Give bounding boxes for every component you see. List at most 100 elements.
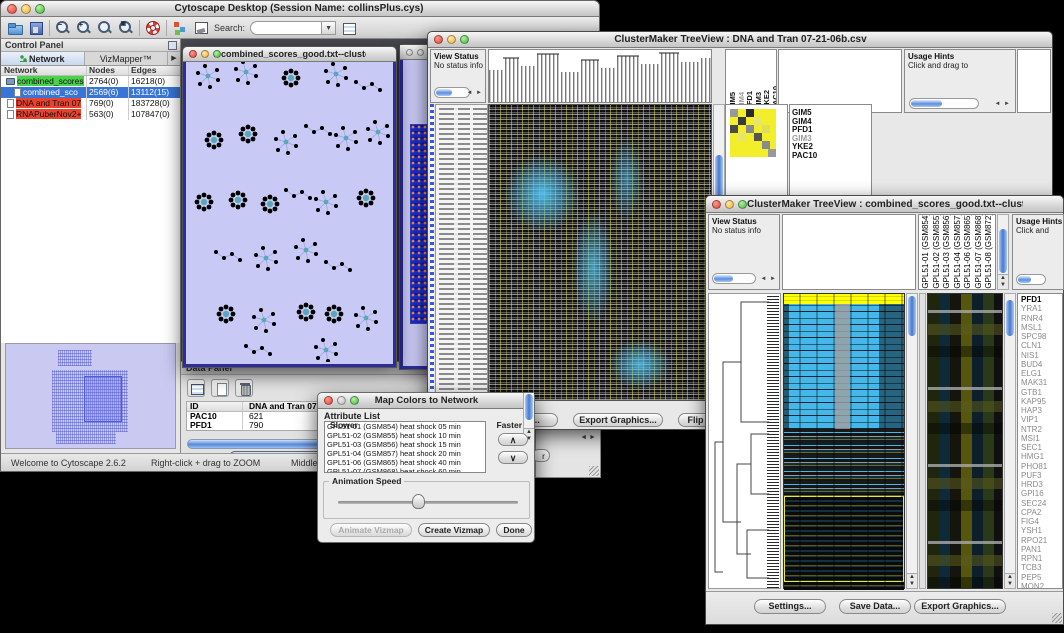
close-button[interactable] xyxy=(324,396,333,405)
table-row[interactable]: RNAPuberNov2+ 563(0) 107847(0) xyxy=(1,109,180,120)
close-button[interactable] xyxy=(189,50,197,58)
network1-canvas[interactable] xyxy=(183,62,396,367)
zoom-button[interactable] xyxy=(460,35,469,44)
minimize-button[interactable] xyxy=(725,200,734,209)
move-down-button[interactable]: ∨ xyxy=(498,451,528,464)
heatmap-cyan-band xyxy=(784,304,904,429)
speed-slider-thumb[interactable] xyxy=(412,494,425,509)
zoom-in-icon[interactable]: + xyxy=(76,20,92,36)
vizmap-icon[interactable] xyxy=(172,20,188,36)
zoom-slider[interactable] xyxy=(909,98,979,109)
panel-divider[interactable] xyxy=(919,293,926,589)
save-icon[interactable] xyxy=(28,20,44,36)
help-lifebuoy-icon[interactable] xyxy=(145,20,161,36)
minimize-button[interactable] xyxy=(417,49,424,56)
heatmap-canvas[interactable] xyxy=(488,104,712,401)
minimize-button[interactable] xyxy=(21,4,31,14)
column-dendrogram[interactable] xyxy=(488,49,712,103)
table-row-selected[interactable]: combined_sco 2569(6) 13112(15) xyxy=(1,87,180,98)
attribute-select-icon[interactable] xyxy=(187,379,205,397)
save-data-button[interactable]: Save Data... xyxy=(839,599,911,614)
delete-attribute-icon[interactable] xyxy=(235,379,253,397)
treeview1-title-bar[interactable]: ClusterMaker TreeView : DNA and Tran 07-… xyxy=(428,32,1052,48)
float-panel-icon[interactable] xyxy=(168,41,177,50)
move-up-button[interactable]: ∧ xyxy=(498,433,528,446)
zoom-button[interactable] xyxy=(35,4,45,14)
search-input[interactable] xyxy=(250,21,322,35)
minimize-button[interactable] xyxy=(337,396,346,405)
treeview2-title-bar[interactable]: ClusterMaker TreeView : combined_scores_… xyxy=(706,196,1063,213)
zoom-selected-icon[interactable]: ▣ xyxy=(118,20,134,36)
zoom-fit-icon[interactable] xyxy=(97,20,113,36)
open-folder-icon[interactable] xyxy=(7,20,23,36)
speed-slider-track[interactable] xyxy=(338,501,518,504)
heatmap-canvas[interactable] xyxy=(783,293,905,589)
export-graphics-button[interactable]: Export Graphics... xyxy=(914,599,1006,614)
tab-overflow-arrow[interactable]: ▶ xyxy=(168,52,180,65)
zoomed-heatmap[interactable] xyxy=(927,293,1003,589)
close-button[interactable] xyxy=(712,200,721,209)
resize-grip[interactable] xyxy=(1052,613,1062,623)
new-attribute-icon[interactable] xyxy=(211,379,229,397)
attribute-list-item[interactable]: GPL51-07 (GSM868) heat shock 60 min xyxy=(325,467,485,473)
network-table-header: Network Nodes Edges xyxy=(1,66,180,76)
label-vertical-scrollbar[interactable]: ▲▼ xyxy=(997,214,1009,290)
zoom-vertical-scrollbar[interactable]: ▲▼ xyxy=(1004,293,1016,589)
close-button[interactable] xyxy=(7,4,17,14)
attribute-list-item[interactable]: GPL51-04 (GSM857) heat shock 20 min xyxy=(325,449,485,458)
zoom-button[interactable] xyxy=(213,50,221,58)
table-row[interactable]: combined_scores 2764(0) 16218(0) xyxy=(1,76,180,87)
network1-title-bar[interactable]: combined_scores_good.txt--cluste... xyxy=(183,47,396,62)
close-button[interactable] xyxy=(434,35,443,44)
zoom-slider[interactable] xyxy=(434,87,470,98)
treeview2-title: ClusterMaker TreeView : combined_scores_… xyxy=(747,199,1023,210)
dialog-title-bar[interactable]: Map Colors to Network xyxy=(318,393,534,409)
close-button[interactable] xyxy=(406,49,413,56)
cytoscape-title-bar[interactable]: Cytoscape Desktop (Session Name: collins… xyxy=(1,1,599,17)
usage-hints-text: Click and xyxy=(1013,226,1063,235)
zoom-button[interactable] xyxy=(738,200,747,209)
animate-vizmap-button[interactable]: Animate Vizmap xyxy=(330,523,412,537)
col-edges[interactable]: Edges xyxy=(129,66,180,75)
gene-label: YRA1 xyxy=(1018,304,1062,313)
annotation-icon[interactable] xyxy=(193,20,209,36)
scroll-arrows[interactable]: ◄ ► xyxy=(466,90,483,96)
overview-viewport-rectangle[interactable] xyxy=(84,376,122,422)
table-row[interactable]: DNA and Tran 07 769(0) 183728(0) xyxy=(1,98,180,109)
import-table-icon[interactable] xyxy=(341,20,357,36)
settings-button[interactable]: Settings... xyxy=(754,599,826,614)
scroll-arrows[interactable]: ◄ ► xyxy=(994,101,1011,107)
minimize-button[interactable] xyxy=(201,50,209,58)
export-graphics-button[interactable]: Export Graphics... xyxy=(573,413,663,427)
gene-label: PEP5 xyxy=(1018,573,1062,582)
row-dendrogram[interactable] xyxy=(435,104,488,401)
done-button[interactable]: Done xyxy=(496,523,532,537)
search-dropdown-arrow[interactable]: ▼ xyxy=(322,21,336,35)
attribute-list-item[interactable]: GPL51-03 (GSM856) heat shock 15 min xyxy=(325,440,485,449)
gene-label: SEC24 xyxy=(1018,499,1062,508)
heatmap-mixed-band xyxy=(784,429,904,494)
create-vizmap-button[interactable]: Create Vizmap xyxy=(418,523,490,537)
zoom-slider[interactable] xyxy=(712,273,756,284)
row-dendrogram[interactable] xyxy=(708,293,781,589)
zoom-out-icon[interactable]: − xyxy=(55,20,71,36)
col-nodes[interactable]: Nodes xyxy=(87,66,129,75)
scroll-arrows[interactable]: ◄ ► xyxy=(580,434,596,441)
view-status-text: No status info xyxy=(709,226,779,235)
col-network[interactable]: Network xyxy=(1,66,87,75)
document-icon xyxy=(14,88,21,97)
zoom-button[interactable] xyxy=(350,396,359,405)
attribute-list-item[interactable]: GPL51-06 (GSM865) heat shock 40 min xyxy=(325,458,485,467)
zoom-slider[interactable] xyxy=(1016,274,1046,285)
search-label: Search: xyxy=(214,23,245,33)
heatmap-vertical-scrollbar[interactable]: ▲▼ xyxy=(906,293,918,589)
network-overview-panel[interactable] xyxy=(5,343,176,449)
column-label: GPL51-06 (GSM865) xyxy=(963,214,974,289)
minimize-button[interactable] xyxy=(447,35,456,44)
col-id[interactable]: ID xyxy=(187,402,243,411)
scroll-arrows[interactable]: ◄ ► xyxy=(760,276,777,282)
tab-network[interactable]: Network xyxy=(1,52,85,65)
tab-vizmapper[interactable]: VizMapper™ xyxy=(85,52,169,65)
resize-grip[interactable] xyxy=(589,466,599,476)
attribute-list-item[interactable]: GPL51-02 (GSM855) heat shock 10 min xyxy=(325,431,485,440)
